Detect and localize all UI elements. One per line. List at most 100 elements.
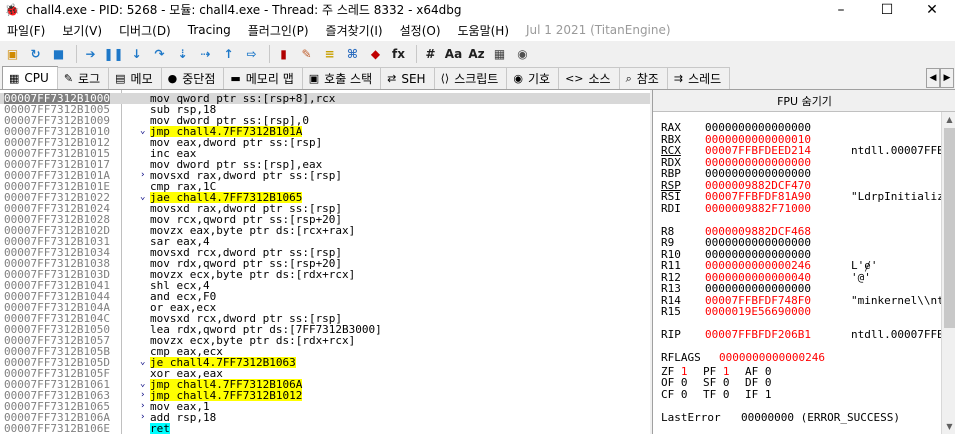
minimize-button[interactable]: – [818, 0, 864, 19]
scroll-up-icon[interactable]: ▲ [942, 112, 955, 127]
close-icon[interactable]: ■ [49, 44, 68, 63]
menu-item[interactable]: 플러그인(P) [248, 22, 309, 39]
menu-item[interactable]: 디버그(D) [119, 22, 171, 39]
menu-item[interactable]: Tracing [188, 23, 231, 37]
menu-item[interactable]: 보기(V) [62, 22, 102, 39]
hash-icon[interactable]: fx [389, 44, 408, 63]
flag-cf[interactable]: CF 0 [661, 389, 688, 400]
register-row[interactable]: R15 0000019E56690000 [661, 306, 941, 317]
menu-item[interactable]: 도움말(H) [458, 22, 510, 39]
register-row[interactable]: RFLAGS 0000000000000246 [661, 352, 941, 363]
register-row[interactable]: RSI 00007FFBFDF81A90 "LdrpInitializeProces… [661, 191, 941, 202]
register-row[interactable]: RDI 0000009882F71000 [661, 203, 941, 214]
tab-item[interactable]: ✎ 로그 [56, 67, 110, 89]
register-value[interactable]: 0000000000000000 [705, 157, 811, 168]
comment-icon[interactable]: ✎ [297, 44, 316, 63]
register-row[interactable]: R10 0000000000000000 [661, 249, 941, 260]
restart-icon[interactable]: ↻ [26, 44, 45, 63]
trace-into-icon[interactable]: ⇣ [173, 44, 192, 63]
label-icon[interactable]: ≡ [320, 44, 339, 63]
register-value[interactable]: 0000000000000000 [705, 249, 811, 260]
register-value[interactable]: 0000000000000000 [705, 237, 811, 248]
tab-item[interactable]: ◉ 기호 [506, 67, 560, 89]
flag-df[interactable]: DF 0 [745, 377, 772, 388]
menu-item[interactable]: 설정(O) [400, 22, 441, 39]
register-value[interactable]: 00007FFBFDF206B1 [705, 329, 811, 340]
tab-cpu[interactable]: ▦ CPU [2, 66, 58, 89]
tab-item[interactable]: ⇄ SEH [380, 67, 435, 89]
bookmark-icon[interactable]: ⌘ [343, 44, 362, 63]
flag-if[interactable]: IF 1 [745, 389, 772, 400]
fpu-toggle-button[interactable]: FPU 숨기기 [653, 90, 955, 112]
tab-scroll-right-button[interactable]: ▶ [940, 68, 954, 88]
register-row[interactable]: RSP 0000009882DCF470 [661, 180, 941, 191]
flag-of[interactable]: OF 0 [661, 377, 688, 388]
string-icon[interactable]: Aa [444, 44, 463, 63]
register-value[interactable]: 0000000000000000 [705, 283, 811, 294]
mask-icon[interactable]: ▦ [490, 44, 509, 63]
register-row[interactable]: R14 00007FFBFDF748F0 "minkernel\\ntdll" [661, 295, 941, 306]
register-row[interactable] [661, 318, 941, 329]
register-row[interactable]: RAX 0000000000000000 [661, 122, 941, 133]
scroll-thumb[interactable] [944, 128, 955, 328]
register-value[interactable]: 0000000000000246 [719, 352, 825, 363]
tab-item[interactable]: ▬ 메모리 맵 [223, 67, 303, 89]
register-value[interactable]: 0000019E56690000 [705, 306, 811, 317]
register-value[interactable]: 0000009882DCF470 [705, 180, 811, 191]
register-row[interactable]: RCX 00007FFBFDEED214 ntdll.00007FFBFDEED21… [661, 145, 941, 156]
font-icon[interactable]: # [421, 44, 440, 63]
register-scrollbar[interactable]: ▲ ▼ [941, 112, 955, 434]
tab-item[interactable]: ⟨⟩ 스크립트 [433, 67, 508, 89]
run-to-user-icon[interactable]: ⇨ [242, 44, 261, 63]
register-value[interactable]: 00007FFBFDEED214 [705, 145, 811, 156]
open-icon[interactable]: ▣ [3, 44, 22, 63]
tab-item[interactable]: ▣ 호출 스택 [301, 67, 382, 89]
register-row[interactable]: RBP 0000000000000000 [661, 168, 941, 179]
tab-item[interactable]: ● 중단점 [160, 67, 225, 89]
register-row[interactable]: RDX 0000000000000000 [661, 157, 941, 168]
menu-item[interactable]: 파일(F) [7, 22, 45, 39]
flag-pf[interactable]: PF 1 [703, 366, 730, 377]
register-value[interactable]: 0000000000000010 [705, 134, 811, 145]
tab-item[interactable]: ⇉ 스레드 [666, 67, 731, 89]
maximize-button[interactable]: ☐ [864, 0, 910, 19]
register-row[interactable]: RBX 0000000000000010 [661, 134, 941, 145]
scroll-down-icon[interactable]: ▼ [942, 419, 955, 434]
flag-zf[interactable]: ZF 1 [661, 366, 688, 377]
menu-item[interactable]: 즐겨찾기(I) [326, 22, 383, 39]
register-panel[interactable]: FPU 숨기기 RAX 0000000000000000 RBX 0000000000… [652, 90, 955, 434]
step-into-icon[interactable]: ↓ [127, 44, 146, 63]
function-icon[interactable]: ◆ [366, 44, 385, 63]
disassembly-view[interactable]: 00007FF7312B1000 mov qword ptr ss:[rsp+8]… [0, 90, 650, 434]
register-value[interactable]: 0000000000000000 [705, 168, 811, 179]
register-value[interactable]: 00007FFBFDF81A90 [705, 191, 811, 202]
flag-tf[interactable]: TF 0 [703, 389, 730, 400]
pause-icon[interactable]: ❚❚ [103, 44, 123, 63]
run-icon[interactable]: ➔ [81, 44, 100, 63]
tool-icon[interactable]: ◉ [513, 44, 532, 63]
disasm-row[interactable]: 00007FF7312B106E ret [0, 423, 650, 434]
register-value[interactable]: 0000000000000000 [705, 122, 811, 133]
execute-till-return-icon[interactable]: ↑ [219, 44, 238, 63]
register-row[interactable]: R13 0000000000000000 [661, 283, 941, 294]
tab-item[interactable]: <> 소스 [558, 67, 620, 89]
register-row[interactable]: RIP 00007FFBFDF206B1 ntdll.00007FFBFDF206B… [661, 329, 941, 340]
register-row[interactable]: R11 0000000000000246 L'ɇ' [661, 260, 941, 271]
register-row[interactable]: R8 0000009882DCF468 [661, 226, 941, 237]
close-button[interactable]: ✕ [909, 0, 955, 19]
tab-item[interactable]: ▤ 메모 [108, 67, 162, 89]
register-value[interactable]: 0000000000000040 [705, 272, 811, 283]
patch-icon[interactable]: ▮ [274, 44, 293, 63]
flag-sf[interactable]: SF 0 [703, 377, 730, 388]
register-value[interactable]: 0000000000000246 [705, 260, 811, 271]
register-value[interactable]: 0000009882DCF468 [705, 226, 811, 237]
tab-scroll-left-button[interactable]: ◀ [926, 68, 940, 88]
trace-over-icon[interactable]: ⇢ [196, 44, 215, 63]
step-over-icon[interactable]: ↷ [150, 44, 169, 63]
calculator-icon[interactable]: Az [467, 44, 486, 63]
register-row[interactable]: R12 0000000000000040 '@' [661, 272, 941, 283]
tab-item[interactable]: ⌕ 참조 [618, 67, 668, 89]
register-value[interactable]: 0000009882F71000 [705, 203, 811, 214]
register-row[interactable] [661, 214, 941, 225]
register-value[interactable]: 00007FFBFDF748F0 [705, 295, 811, 306]
